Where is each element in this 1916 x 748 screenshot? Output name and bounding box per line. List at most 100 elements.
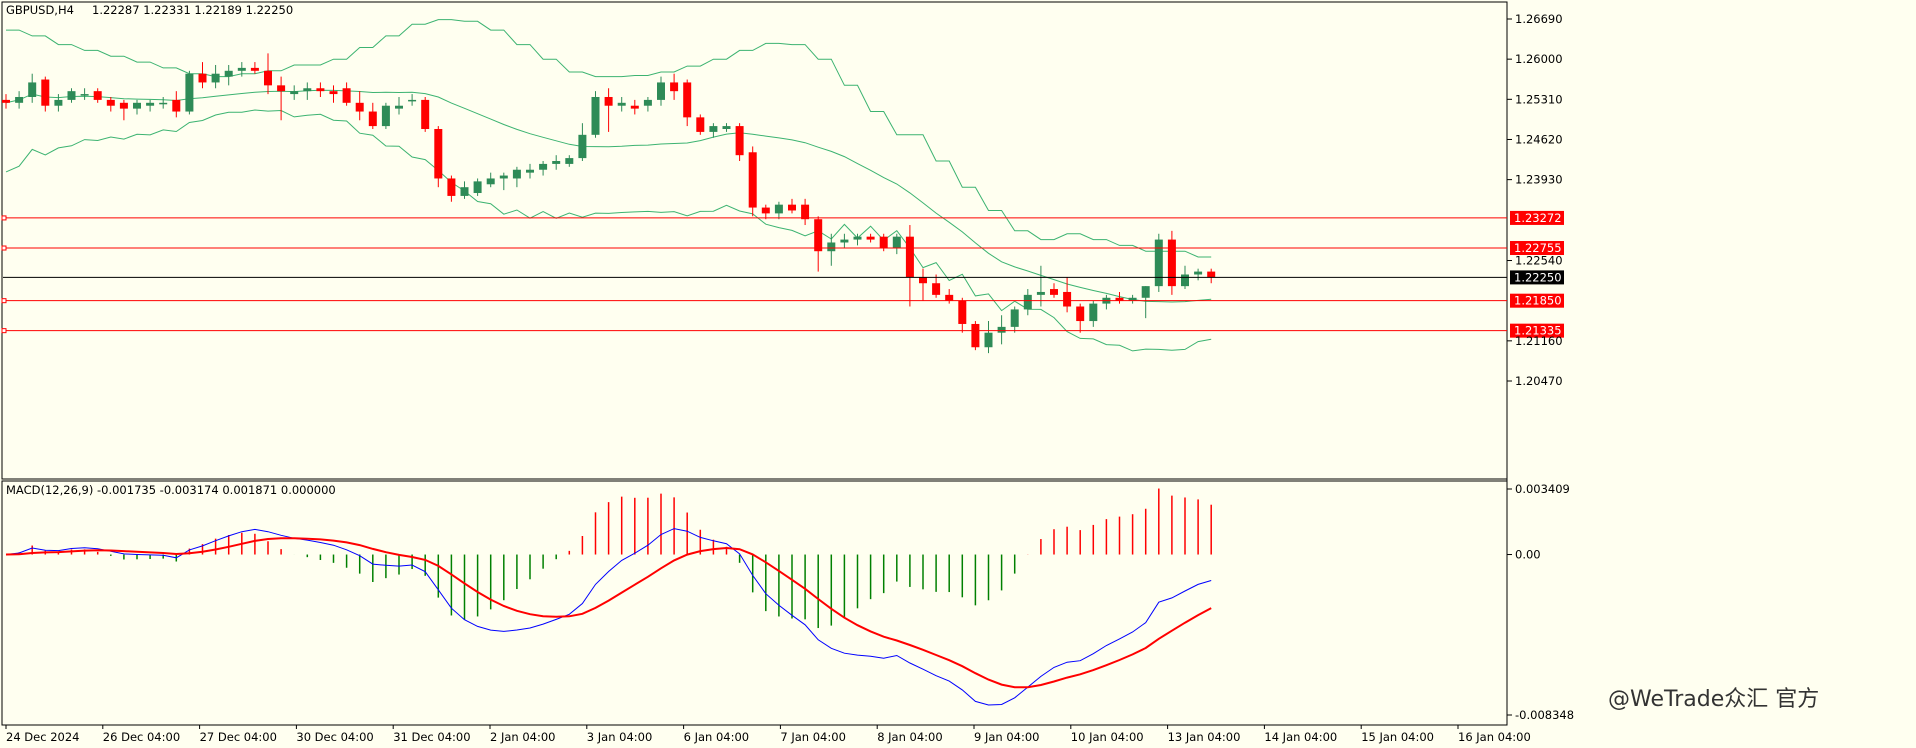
level-anchor: [1, 215, 7, 221]
candle-body: [617, 102, 626, 106]
candle-body: [591, 96, 600, 135]
candle-body: [1036, 291, 1045, 295]
candle-body: [54, 99, 63, 106]
horizontal-levels[interactable]: 1.232721.227551.218501.213351.22250: [1, 210, 1564, 338]
candle-body: [1063, 291, 1072, 307]
time-tick-label: 3 Jan 04:00: [587, 730, 653, 744]
candle-body: [643, 99, 652, 106]
time-tick-label: 27 Dec 04:00: [200, 730, 277, 744]
macd-tick-label: 0.00: [1515, 548, 1541, 562]
candle-body: [1194, 271, 1203, 275]
macd-indicator: 0.003409 0.00 -0.008348: [5, 482, 1574, 722]
candle-body: [539, 163, 548, 170]
candle-body: [1076, 306, 1085, 322]
candle-body: [211, 73, 220, 83]
time-tick-label: 15 Jan 04:00: [1361, 730, 1434, 744]
candle-body: [41, 79, 50, 106]
candle-body: [788, 204, 796, 211]
candle-body: [1023, 294, 1032, 310]
candle-body: [630, 105, 639, 109]
candle-body: [421, 99, 430, 129]
signal-line: [5, 537, 1212, 689]
bollinger-upper: [6, 19, 1212, 258]
candle-body: [709, 126, 718, 132]
price-tick-label: 1.22540: [1515, 254, 1563, 268]
candle-body: [735, 126, 744, 156]
time-tick-label: 30 Dec 04:00: [296, 730, 373, 744]
candle-body: [67, 91, 76, 100]
bollinger-lower: [5, 109, 1212, 352]
candle-body: [971, 323, 980, 348]
candle-body: [657, 82, 665, 100]
time-tick-label: 14 Jan 04:00: [1264, 730, 1337, 744]
candle-body: [368, 111, 377, 127]
candle-body: [303, 88, 312, 92]
candle-body: [565, 158, 574, 164]
candle-body: [905, 236, 914, 278]
level-tag-label: 1.23272: [1514, 211, 1562, 225]
price-tick-label: 1.26690: [1515, 12, 1563, 26]
time-tick-label: 8 Jan 04:00: [877, 730, 943, 744]
level-anchor: [1, 245, 7, 251]
candle-body: [1167, 239, 1176, 287]
candle-body: [473, 181, 482, 194]
candle-body: [683, 82, 692, 118]
candle-body: [93, 91, 102, 100]
candle-body: [355, 102, 364, 112]
time-tick-label: 13 Jan 04:00: [1168, 730, 1241, 744]
candle-body: [853, 236, 862, 240]
candle-body: [958, 300, 967, 324]
macd-line: [5, 528, 1212, 706]
price-tick-label: 1.23930: [1515, 173, 1563, 187]
candle-body: [997, 326, 1006, 333]
price-tick-label: 1.21160: [1515, 334, 1563, 348]
candle-body: [1181, 274, 1189, 287]
candle-body: [945, 294, 954, 301]
candle-body: [342, 88, 351, 103]
time-axis: 24 Dec 2024 26 Dec 04:00 27 Dec 04:00 30 De…: [5, 725, 1531, 744]
candle-body: [486, 178, 495, 185]
candle-body: [774, 204, 783, 214]
candle-body: [604, 96, 613, 106]
macd-panel-frame: [1, 480, 1508, 726]
level-tag-label: 1.21850: [1514, 294, 1562, 308]
price-chart[interactable]: 1.232721.227551.218501.213351.22250 0.00…: [0, 0, 1916, 748]
candle-body: [512, 169, 521, 179]
candle-body: [381, 105, 390, 127]
candle-body: [172, 99, 181, 112]
time-tick-label: 7 Jan 04:00: [780, 730, 846, 744]
candle-body: [696, 117, 705, 132]
candle-body: [866, 236, 875, 240]
time-tick-label: 2 Jan 04:00: [490, 730, 556, 744]
candle-body: [290, 91, 299, 95]
candle-body: [526, 169, 534, 173]
candle-body: [1089, 303, 1098, 322]
candle-body: [552, 161, 561, 164]
candle-body: [408, 99, 417, 102]
candle-body: [1154, 239, 1163, 287]
candle-body: [250, 67, 259, 71]
symbol-header: GBPUSD,H4: [6, 3, 74, 17]
price-tick-label: 1.25310: [1515, 92, 1563, 106]
candle-body: [670, 82, 679, 92]
level-anchor: [1, 328, 7, 334]
candle-body: [316, 88, 325, 92]
level-anchor: [1, 298, 7, 304]
candle-body: [264, 70, 272, 86]
time-tick-label: 10 Jan 04:00: [1071, 730, 1144, 744]
candle-body: [840, 239, 849, 243]
candle-body: [2, 99, 10, 103]
watermark: @WeTrade众汇 官方: [1608, 687, 1819, 712]
candle-body: [106, 99, 115, 106]
candle-body: [133, 102, 141, 109]
time-tick-label: 6 Jan 04:00: [684, 730, 750, 744]
candle-body: [224, 70, 233, 77]
candle-body: [801, 204, 810, 220]
candle-body: [80, 94, 89, 96]
time-tick-label: 26 Dec 04:00: [103, 730, 180, 744]
candle-body: [814, 219, 823, 252]
candle-body: [237, 67, 246, 71]
macd-header: MACD(12,26,9) -0.001735 -0.003174 0.0018…: [6, 483, 336, 497]
candle-body: [198, 73, 207, 83]
price-tick-label: 1.26000: [1515, 52, 1563, 66]
